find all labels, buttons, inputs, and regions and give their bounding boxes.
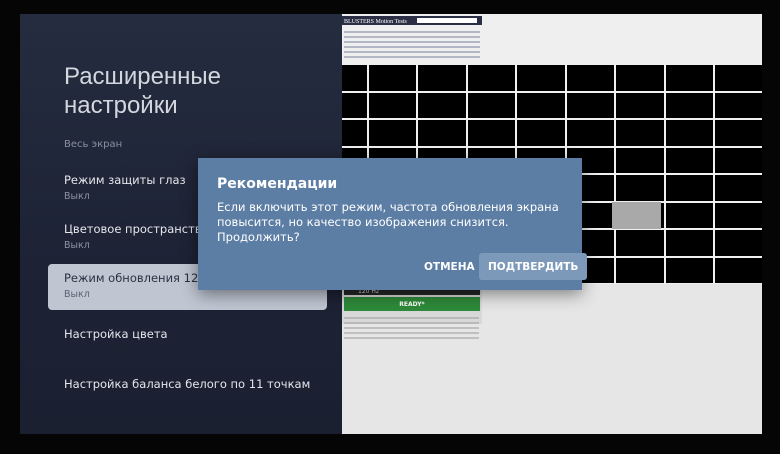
page-header-bar: BLUSTERS Motion Tests xyxy=(342,16,482,25)
grid-cell xyxy=(615,64,665,92)
page-text-lines xyxy=(344,28,480,61)
grid-cell xyxy=(714,146,762,174)
grid-cell xyxy=(367,91,417,119)
grid-cell xyxy=(466,64,516,92)
confirm-button[interactable]: ПОДТВЕРДИТЬ xyxy=(479,253,588,280)
page-footer-lines xyxy=(344,314,479,342)
grid-cell xyxy=(714,229,762,257)
page-logo: BLUSTERS Motion Tests xyxy=(344,19,407,25)
panel-title: Расширенные настройки xyxy=(64,63,222,119)
menu-item-value: Выкл xyxy=(64,240,90,251)
grid-cell xyxy=(714,119,762,147)
grid-cell xyxy=(516,64,566,92)
grid-cell xyxy=(417,64,467,92)
grid-cell xyxy=(714,91,762,119)
grid-cell xyxy=(367,64,417,92)
grid-cell xyxy=(565,64,615,92)
page-top-area: BLUSTERS Motion Tests xyxy=(342,14,762,64)
grid-cell xyxy=(615,229,665,257)
grid-cell xyxy=(466,91,516,119)
grid-cell xyxy=(664,91,714,119)
dialog-message: Если включить этот режим, частота обновл… xyxy=(217,200,559,244)
menu-item-title: Цветовое пространство xyxy=(64,222,209,236)
grid-cell xyxy=(664,229,714,257)
grid-cell xyxy=(367,119,417,147)
grid-cell xyxy=(714,64,762,92)
grid-cell xyxy=(466,119,516,147)
grid-cell xyxy=(714,201,762,229)
section-label: Весь экран xyxy=(64,139,123,150)
grid-cell xyxy=(664,256,714,284)
tv-screen: BLUSTERS Motion Tests 120 Hz READY* Расш… xyxy=(20,14,762,434)
recommendation-dialog: Рекомендации Если включить этот режим, ч… xyxy=(198,158,588,290)
grid-highlight-cell xyxy=(612,202,661,229)
menu-item-color-setup[interactable]: Настройка цвета xyxy=(48,320,327,366)
menu-item-title: Настройка баланса белого по 11 точкам xyxy=(64,377,311,391)
grid-cell xyxy=(664,201,714,229)
page-search-box xyxy=(417,18,477,23)
grid-cell xyxy=(664,64,714,92)
grid-cell xyxy=(615,91,665,119)
grid-cell xyxy=(516,91,566,119)
ready-indicator: READY* xyxy=(344,297,480,311)
menu-item-white-balance-11[interactable]: Настройка баланса белого по 11 точкам xyxy=(48,370,327,416)
grid-cell xyxy=(615,146,665,174)
menu-item-title: Настройка цвета xyxy=(64,327,168,341)
menu-item-title: Режим защиты глаз xyxy=(64,173,186,187)
grid-cell xyxy=(417,119,467,147)
grid-cell xyxy=(664,174,714,202)
grid-cell xyxy=(714,256,762,284)
menu-item-value: Выкл xyxy=(64,191,90,202)
grid-cell xyxy=(664,146,714,174)
grid-cell xyxy=(516,119,566,147)
grid-cell xyxy=(714,174,762,202)
grid-cell xyxy=(615,256,665,284)
grid-cell xyxy=(615,119,665,147)
menu-item-value: Выкл xyxy=(64,289,90,300)
dialog-title: Рекомендации xyxy=(217,176,338,192)
grid-cell xyxy=(417,91,467,119)
cancel-button[interactable]: ОТМЕНА xyxy=(415,253,484,280)
grid-cell xyxy=(664,119,714,147)
grid-cell xyxy=(615,174,665,202)
grid-cell xyxy=(565,119,615,147)
grid-cell xyxy=(565,91,615,119)
